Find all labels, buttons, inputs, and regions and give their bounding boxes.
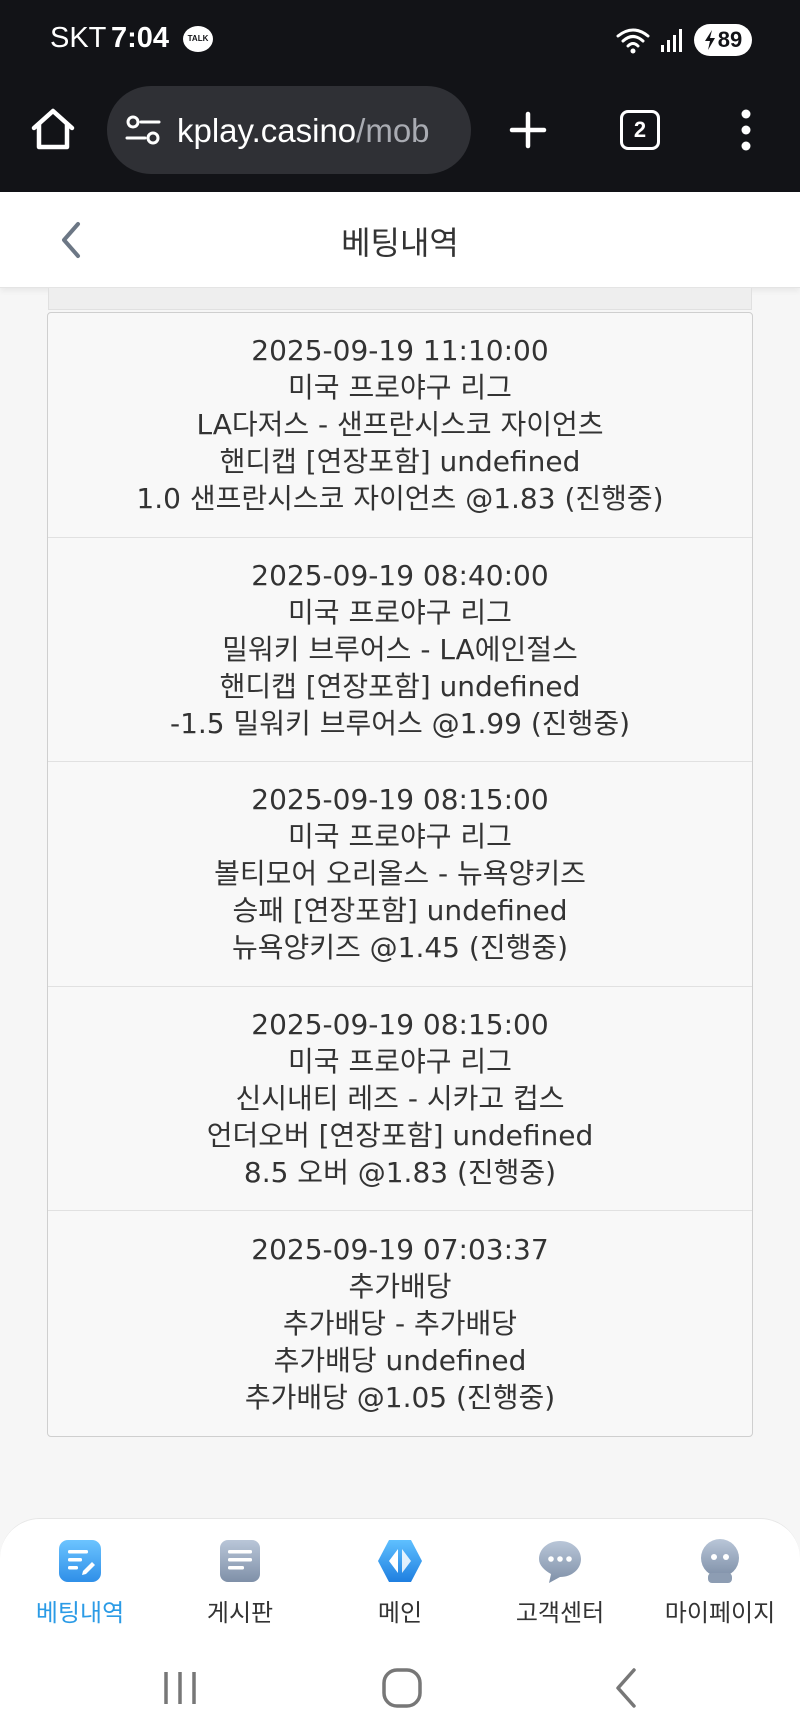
recent-apps-icon[interactable] <box>150 1660 210 1716</box>
bet-pick: 8.5 오버 @1.83 (진행중) <box>243 1155 557 1189</box>
bet-item[interactable]: 2025-09-19 08:15:00 미국 프로야구 리그 신시내티 레즈 -… <box>48 987 752 1211</box>
main-diamond-icon <box>378 1540 422 1582</box>
kakaotalk-notification-icon: TALK <box>183 26 213 52</box>
system-back-icon[interactable] <box>598 1660 658 1716</box>
more-options-icon[interactable] <box>734 108 758 152</box>
nav-label: 베팅내역 <box>35 1599 125 1627</box>
bet-match: 신시내티 레즈 - 시카고 컵스 <box>235 1081 565 1115</box>
nav-item-board[interactable]: 게시판 <box>160 1537 320 1637</box>
page-title: 베팅내역 <box>341 224 459 262</box>
tab-switcher-button[interactable]: 2 <box>620 110 660 150</box>
bet-league: 미국 프로야구 리그 <box>288 1044 512 1078</box>
nav-label: 게시판 <box>206 1599 274 1627</box>
bet-history-list: 2025-09-19 11:10:00 미국 프로야구 리그 LA다저스 - 샌… <box>47 312 753 1437</box>
status-bar: SKT 7:04 TALK 89 <box>0 0 800 80</box>
bet-item[interactable]: 2025-09-19 08:40:00 미국 프로야구 리그 밀워키 브루어스 … <box>48 538 752 762</box>
bet-match: 밀워키 브루어스 - LA에인절스 <box>222 632 578 666</box>
bet-match: 볼티모어 오리올스 - 뉴욕양키즈 <box>214 857 586 891</box>
url-path: /mob <box>356 112 430 149</box>
address-bar[interactable]: kplay.casino/mob <box>107 86 471 174</box>
bet-league: 미국 프로야구 리그 <box>288 371 512 405</box>
bet-item[interactable]: 2025-09-19 07:03:37 추가배당 추가배당 - 추가배당 추가배… <box>48 1211 752 1436</box>
page-header: 베팅내역 <box>0 192 800 288</box>
home-icon[interactable] <box>30 106 76 152</box>
my-page-icon <box>701 1539 739 1583</box>
carrier-label: SKT <box>50 22 107 54</box>
betting-history-icon <box>59 1540 101 1582</box>
site-settings-icon[interactable] <box>125 112 161 148</box>
bet-market: 승패 [연장포함] undefined <box>232 894 568 928</box>
status-indicators: 89 <box>616 24 752 56</box>
signal-icon <box>661 29 682 52</box>
nav-item-main[interactable]: 메인 <box>320 1537 480 1637</box>
nav-item-customer-center[interactable]: 고객센터 <box>480 1537 640 1637</box>
battery-indicator: 89 <box>694 24 752 56</box>
bet-market: 추가배당 undefined <box>273 1343 527 1377</box>
system-navigation-bar <box>0 1638 800 1734</box>
bet-match: LA다저스 - 샌프란시스코 자이언츠 <box>196 408 604 442</box>
bet-item[interactable]: 2025-09-19 08:15:00 미국 프로야구 리그 볼티모어 오리올스… <box>48 762 752 987</box>
bet-datetime: 2025-09-19 08:15:00 <box>251 783 549 817</box>
nav-item-betting-history[interactable]: 베팅내역 <box>0 1537 160 1637</box>
bet-datetime: 2025-09-19 11:10:00 <box>251 334 549 368</box>
bet-pick: 1.0 샌프란시스코 자이언츠 @1.83 (진행중) <box>136 482 664 516</box>
wifi-icon <box>616 28 650 54</box>
bet-league: 미국 프로야구 리그 <box>288 820 512 854</box>
bet-match: 추가배당 - 추가배당 <box>283 1306 517 1340</box>
bottom-navigation: 베팅내역 게시판 메인 고객센터 마이페이지 <box>0 1518 800 1638</box>
browser-toolbar: kplay.casino/mob 2 <box>0 80 800 192</box>
bet-market: 핸디캡 [연장포함] undefined <box>219 669 581 703</box>
home-button-icon[interactable] <box>372 1660 432 1716</box>
bet-league: 미국 프로야구 리그 <box>288 595 512 629</box>
bet-pick: -1.5 밀워키 브루어스 @1.99 (진행중) <box>169 706 631 740</box>
bet-item[interactable]: 2025-09-19 11:10:00 미국 프로야구 리그 LA다저스 - 샌… <box>48 313 752 538</box>
list-top-edge <box>48 288 752 310</box>
bet-datetime: 2025-09-19 08:40:00 <box>251 558 549 592</box>
battery-level: 89 <box>717 27 743 52</box>
charging-bolt-icon <box>704 30 715 50</box>
bet-market: 언더오버 [연장포함] undefined <box>206 1118 594 1152</box>
bet-market: 핸디캡 [연장포함] undefined <box>219 445 581 479</box>
nav-item-my-page[interactable]: 마이페이지 <box>640 1537 800 1637</box>
nav-label: 마이페이지 <box>664 1599 776 1627</box>
bet-pick: 추가배당 @1.05 (진행중) <box>244 1380 556 1414</box>
url-domain: kplay.casino <box>177 112 357 149</box>
bet-datetime: 2025-09-19 08:15:00 <box>251 1007 549 1041</box>
bet-datetime: 2025-09-19 07:03:37 <box>251 1232 549 1266</box>
nav-label: 고객센터 <box>515 1599 605 1627</box>
app-root: SKT 7:04 TALK 89 kplay.casino/mob 2 베팅내역… <box>0 0 800 1734</box>
board-icon <box>220 1540 260 1582</box>
bet-pick: 뉴욕양키즈 @1.45 (진행중) <box>231 931 569 965</box>
customer-center-icon <box>539 1541 581 1583</box>
nav-label: 메인 <box>377 1599 423 1627</box>
bet-league: 추가배당 <box>348 1269 452 1303</box>
new-tab-icon[interactable] <box>506 108 550 152</box>
clock: 7:04 <box>111 22 170 54</box>
url-text[interactable]: kplay.casino/mob <box>177 112 430 150</box>
